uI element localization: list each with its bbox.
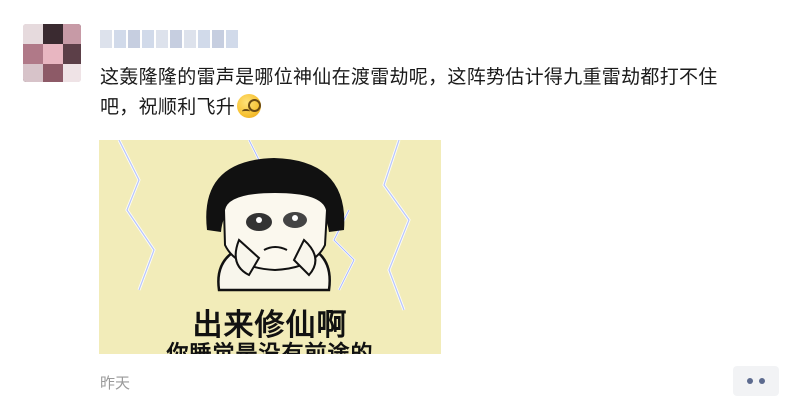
more-dots-icon [747, 378, 753, 384]
meme-image[interactable]: 出来修仙啊 你睡觉是没有前途的 [99, 140, 441, 354]
more-dots-icon [759, 378, 765, 384]
meme-caption-line2: 你睡觉是没有前途的 [99, 336, 441, 354]
avatar[interactable] [23, 24, 81, 82]
moment-card: 这轰隆隆的雷声是哪位神仙在渡雷劫呢，这阵势估计得九重雷劫都打不住 吧，祝顺利飞升 [0, 0, 798, 416]
timestamp: 昨天 [100, 374, 131, 392]
post-text-line2: 吧，祝顺利飞升 [100, 96, 236, 118]
post-text-line1: 这轰隆隆的雷声是哪位神仙在渡雷劫呢，这阵势估计得九重雷劫都打不住 [100, 66, 718, 88]
nerd-face-icon [237, 94, 262, 118]
username-blurred[interactable] [100, 30, 238, 50]
post-text: 这轰隆隆的雷声是哪位神仙在渡雷劫呢，这阵势估计得九重雷劫都打不住 吧，祝顺利飞升 [100, 62, 780, 122]
more-button[interactable] [733, 366, 779, 396]
